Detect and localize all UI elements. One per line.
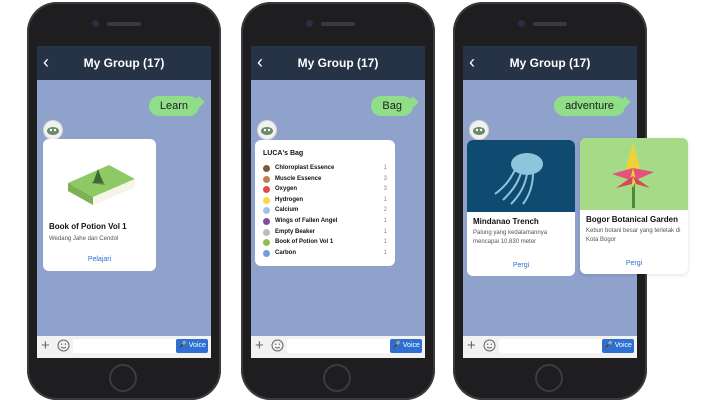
message-input[interactable] [287,339,391,353]
item-icon [263,196,270,204]
item-name: Hydrogen [275,196,304,203]
item-icon [263,186,270,194]
emoji-icon[interactable] [483,339,496,352]
item-count: 1 [383,165,387,171]
front-camera [518,20,525,27]
item-name: Muscle Essence [275,175,322,182]
chat-screen: ‹ My Group (17) Bag LUCA's Bag Chloropla… [251,46,425,358]
bot-avatar[interactable] [469,120,489,140]
item-count: 1 [383,228,387,235]
plus-icon[interactable]: + [255,338,264,354]
phone-bag: ‹ My Group (17) Bag LUCA's Bag Chloropla… [241,2,435,400]
book-card[interactable]: Book of Potion Vol 1 Wedang Jahe dan Cen… [43,139,156,271]
item-count: 3 [383,186,387,193]
card-title: Mindanao Trench [473,217,539,226]
chat-header: ‹ My Group (17) [37,46,211,80]
home-button [109,364,137,392]
plus-icon[interactable]: + [41,338,50,354]
chat-header: ‹ My Group (17) [251,46,425,80]
item-count: 1 [383,196,387,203]
card-description: Wedang Jahe dan Cendol [49,236,119,242]
item-name: Book of Potion Vol 1 [275,239,334,246]
earpiece-speaker [107,22,141,26]
item-icon [263,239,270,247]
voice-button[interactable]: 🎤 Voice [602,339,634,353]
item-name: Calcium [275,207,299,214]
card-title: Book of Potion Vol 1 [49,222,127,231]
front-camera [306,20,313,27]
jellyfish-image [467,140,575,212]
bag-item-row: Calcium 2 [263,206,387,216]
earpiece-speaker [533,22,567,26]
message-input-bar: + 🎤 Voice [463,336,637,358]
item-name: Oxygen [275,186,298,193]
learn-link[interactable]: Pelajari [43,256,156,263]
microphone-icon: 🎤 [604,342,613,349]
item-count: 2 [383,207,387,214]
item-count: 1 [383,239,387,246]
go-link[interactable]: Pergi [580,260,688,267]
earpiece-speaker [321,22,355,26]
go-link[interactable]: Pergi [467,262,575,269]
plus-icon[interactable]: + [467,338,476,354]
message-input[interactable] [73,339,177,353]
phone-learn: ‹ My Group (17) Learn Book of Potion Vol… [27,2,221,400]
bag-item-row: Carbon 1 [263,249,387,259]
item-name: Carbon [275,249,296,256]
home-button [323,364,351,392]
emoji-icon[interactable] [271,339,284,352]
item-count: 1 [383,218,387,224]
message-input-bar: + 🎤 Voice [251,336,425,358]
emoji-icon[interactable] [57,339,70,352]
voice-label: Voice [188,342,206,349]
item-icon [263,165,270,172]
message-input[interactable] [499,339,603,353]
bag-item-row: Muscle Essence 3 [263,175,387,185]
book-image [43,139,156,219]
chat-title: My Group (17) [83,56,165,70]
bag-item-row: Oxygen 3 [263,185,387,195]
voice-button[interactable]: 🎤 Voice [390,339,422,353]
item-count: 3 [383,175,387,182]
item-icon [263,175,270,183]
home-button [535,364,563,392]
microphone-icon: 🎤 [178,342,187,349]
chat-title: My Group (17) [509,56,591,70]
card-description: Palung yang kedalamannya mencapai 10.830… [473,230,548,245]
location-card[interactable]: Bogor Botanical Garden Kebun botani besa… [580,138,688,274]
message-input-bar: + 🎤 Voice [37,336,211,358]
bag-item-row: Chloroplast Essence 1 [263,164,387,174]
item-count: 1 [383,249,387,256]
flower-image [580,138,688,210]
chat-header: ‹ My Group (17) [463,46,637,80]
item-name: Empty Beaker [275,228,316,235]
sent-message-bubble: adventure [554,96,625,116]
voice-label: Voice [614,342,632,349]
item-name: Wings of Fallen Angel [275,218,338,224]
sent-message-bubble: Bag [371,96,413,116]
item-name: Chloroplast Essence [275,165,335,171]
item-icon [263,207,270,215]
microphone-icon: 🎤 [392,342,401,349]
bag-item-row: Empty Beaker 1 [263,228,387,238]
front-camera [92,20,99,27]
bag-item-row: Book of Potion Vol 1 1 [263,238,387,248]
chat-screen: ‹ My Group (17) Learn Book of Potion Vol… [37,46,211,358]
sent-message-bubble: Learn [148,96,199,116]
voice-label: Voice [402,342,420,349]
location-card[interactable]: Mindanao Trench Palung yang kedalamannya… [467,140,575,276]
bag-title: LUCA's Bag [263,150,304,157]
bag-list-card: LUCA's Bag Chloroplast Essence 1 Muscle Es… [255,140,395,266]
voice-button[interactable]: 🎤 Voice [176,339,208,353]
item-icon [263,249,270,257]
item-icon [263,228,270,236]
bot-avatar[interactable] [43,120,63,140]
chat-title: My Group (17) [297,56,379,70]
bag-item-row: Hydrogen 1 [263,196,387,206]
bag-item-row: Wings of Fallen Angel 1 [263,217,387,227]
card-title: Bogor Botanical Garden [586,215,679,224]
bot-avatar[interactable] [257,120,277,140]
item-icon [263,218,270,225]
card-description: Kebun botani besar yang terletak di Kota… [586,228,681,243]
